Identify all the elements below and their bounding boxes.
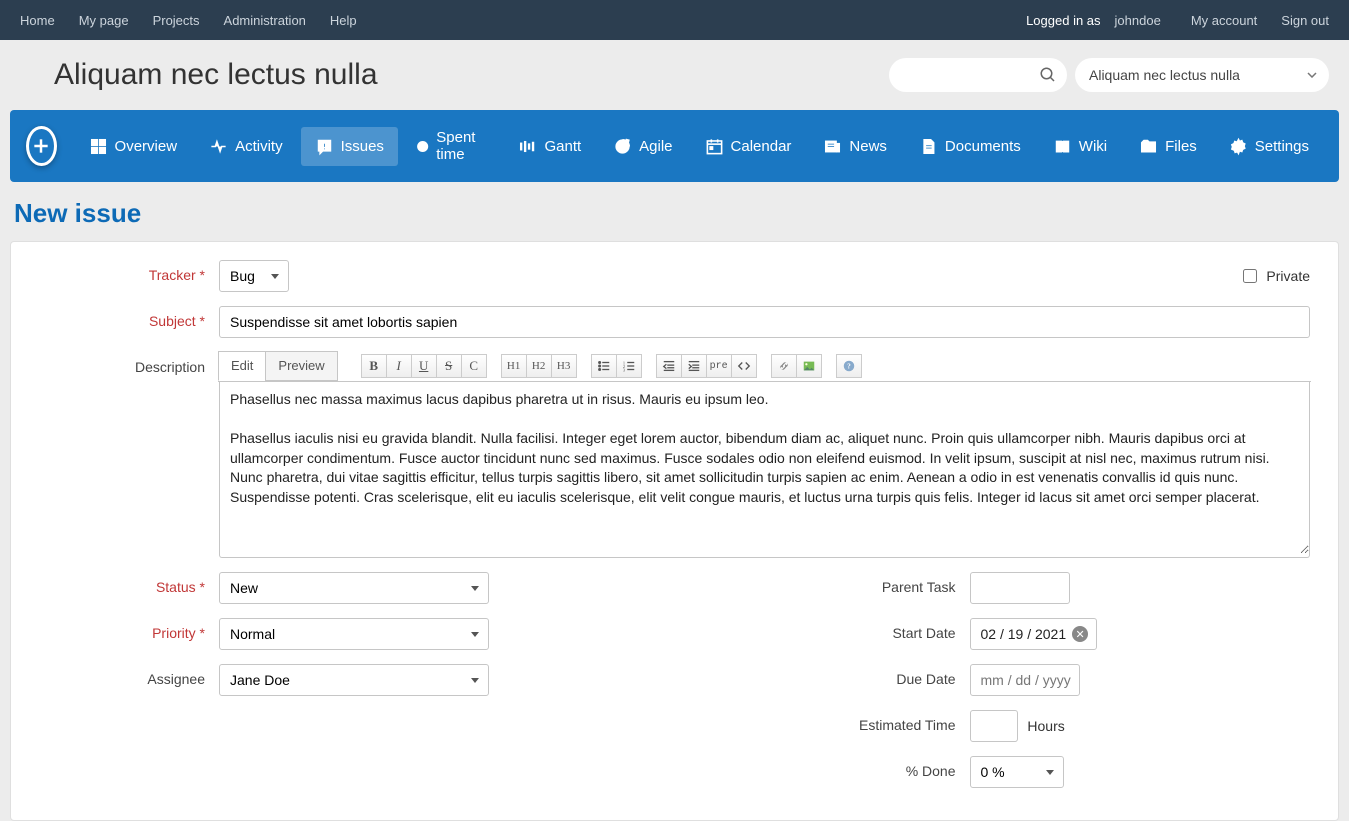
dashboard-icon (89, 137, 108, 156)
nav-sign-out[interactable]: Sign out (1269, 13, 1341, 28)
nav-my-account[interactable]: My account (1179, 13, 1269, 28)
parent-task-label: Parent Task (670, 572, 970, 595)
tab-gantt[interactable]: Gantt (504, 127, 595, 166)
underline-button[interactable]: U (411, 354, 437, 378)
ol-button[interactable]: 123 (616, 354, 642, 378)
start-date-label: Start Date (670, 618, 970, 641)
tab-documents[interactable]: Documents (905, 127, 1035, 166)
project-selector[interactable]: Aliquam nec lectus nulla (1075, 58, 1329, 92)
tab-calendar[interactable]: Calendar (691, 127, 806, 166)
tab-wiki[interactable]: Wiki (1039, 127, 1121, 166)
new-item-fab[interactable] (26, 126, 57, 166)
documents-icon (919, 137, 938, 156)
nav-projects[interactable]: Projects (141, 13, 212, 28)
help-button[interactable]: ? (836, 354, 862, 378)
project-title: Aliquam nec lectus nulla (54, 58, 889, 92)
h1-button[interactable]: H1 (501, 354, 527, 378)
new-issue-form: Tracker Bug Private Subject Description … (10, 241, 1339, 821)
tab-issues[interactable]: Issues (301, 127, 398, 166)
codeblock-button[interactable] (731, 354, 757, 378)
indent-button[interactable] (681, 354, 707, 378)
start-date-input[interactable]: 02 / 19 / 2021 ✕ (970, 618, 1098, 650)
outdent-button[interactable] (656, 354, 682, 378)
strike-button[interactable]: S (436, 354, 462, 378)
description-textarea[interactable] (220, 382, 1309, 554)
tab-settings[interactable]: Settings (1215, 127, 1323, 166)
est-time-label: Estimated Time (670, 710, 970, 733)
calendar-icon (705, 137, 724, 156)
header: Aliquam nec lectus nulla Aliquam nec lec… (0, 40, 1349, 110)
page-title: New issue (14, 198, 1335, 229)
project-navbar: Overview Activity Issues Spent time Gant… (10, 110, 1339, 182)
news-icon (823, 137, 842, 156)
done-select[interactable]: 0 % (970, 756, 1064, 788)
clock-icon (416, 137, 429, 156)
italic-button[interactable]: I (386, 354, 412, 378)
nav-help[interactable]: Help (318, 13, 369, 28)
tab-files[interactable]: Files (1125, 127, 1211, 166)
search-icon[interactable] (1039, 66, 1057, 84)
editor-tab-preview[interactable]: Preview (265, 351, 337, 381)
logged-in-label: Logged in as (1026, 13, 1100, 28)
priority-label: Priority (29, 618, 219, 641)
est-time-input[interactable] (970, 710, 1018, 742)
priority-select[interactable]: Normal (219, 618, 489, 650)
done-label: % Done (670, 756, 970, 779)
due-date-input[interactable]: mm / dd / yyyy (970, 664, 1080, 696)
chevron-down-icon (1307, 72, 1317, 78)
bold-button[interactable]: B (361, 354, 387, 378)
image-button[interactable] (796, 354, 822, 378)
status-select[interactable]: New (219, 572, 489, 604)
nav-my-page[interactable]: My page (67, 13, 141, 28)
gear-icon (1229, 137, 1248, 156)
subject-label: Subject (29, 306, 219, 329)
subject-input[interactable] (219, 306, 1310, 338)
clear-date-icon[interactable]: ✕ (1072, 626, 1088, 642)
gantt-icon (518, 137, 537, 156)
activity-icon (209, 137, 228, 156)
project-selector-value: Aliquam nec lectus nulla (1089, 67, 1240, 83)
plus-icon (31, 136, 51, 156)
tab-activity[interactable]: Activity (195, 127, 297, 166)
due-date-label: Due Date (670, 664, 970, 687)
nav-home[interactable]: Home (8, 13, 67, 28)
tab-spent-time[interactable]: Spent time (402, 119, 501, 173)
description-label: Description (29, 352, 219, 375)
assignee-select[interactable]: Jane Doe (219, 664, 489, 696)
nav-administration[interactable]: Administration (212, 13, 318, 28)
private-checkbox[interactable] (1243, 269, 1257, 283)
issues-icon (315, 137, 334, 156)
private-toggle[interactable]: Private (1239, 266, 1310, 286)
tab-news[interactable]: News (809, 127, 901, 166)
editor-tab-edit[interactable]: Edit (218, 351, 266, 381)
svg-text:3: 3 (623, 367, 626, 372)
code-button[interactable]: C (461, 354, 487, 378)
tracker-select[interactable]: Bug (219, 260, 289, 292)
topbar: Home My page Projects Administration Hel… (0, 0, 1349, 40)
pre-button[interactable]: pre (706, 354, 732, 378)
tracker-label: Tracker (29, 260, 219, 283)
hours-label: Hours (1027, 718, 1064, 734)
files-icon (1139, 137, 1158, 156)
private-label: Private (1266, 268, 1310, 284)
wiki-icon (1053, 137, 1072, 156)
status-label: Status (29, 572, 219, 595)
current-user-link[interactable]: johndoe (1103, 13, 1173, 28)
editor-toolbar: B I U S C H1 H2 H3 123 (361, 351, 862, 381)
tab-overview[interactable]: Overview (75, 127, 192, 166)
agile-icon (613, 137, 632, 156)
h3-button[interactable]: H3 (551, 354, 577, 378)
ul-button[interactable] (591, 354, 617, 378)
h2-button[interactable]: H2 (526, 354, 552, 378)
tab-agile[interactable]: Agile (599, 127, 686, 166)
assignee-label: Assignee (29, 664, 219, 687)
svg-text:?: ? (847, 363, 851, 371)
parent-task-input[interactable] (970, 572, 1070, 604)
link-button[interactable] (771, 354, 797, 378)
editor-tabs: Edit Preview B I U S C H1 H2 H3 (218, 351, 1311, 382)
